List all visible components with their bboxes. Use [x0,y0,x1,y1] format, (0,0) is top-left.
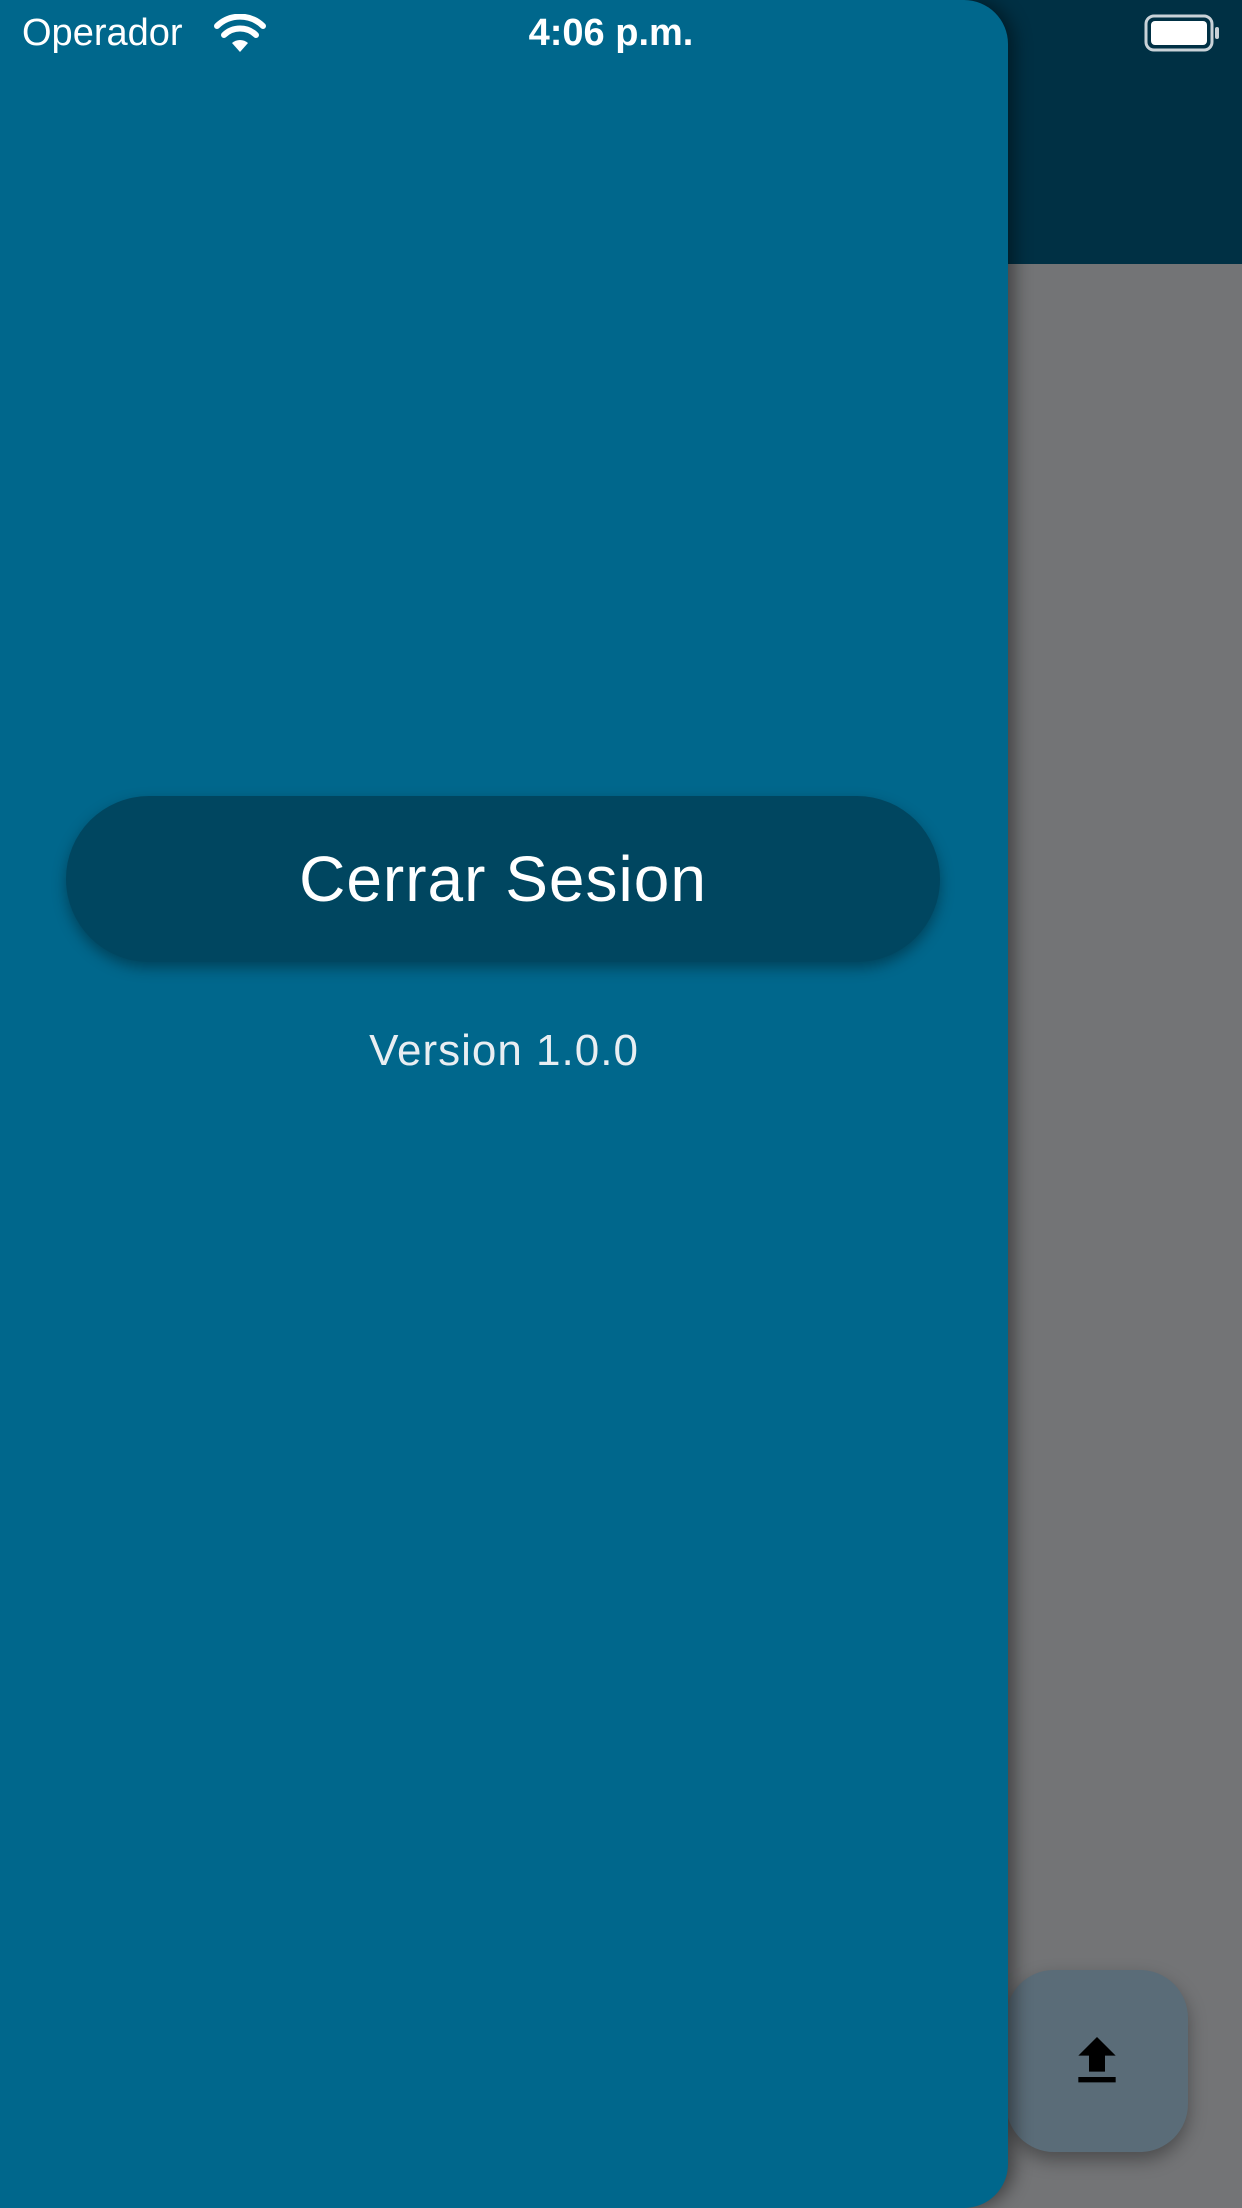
upload-fab-button[interactable] [1006,1970,1188,2152]
status-bar: Operador 4:06 p.m. [0,0,1242,66]
carrier-label: Operador [22,12,183,54]
logout-button[interactable]: Cerrar Sesion [66,796,940,962]
version-label: Version 1.0.0 [369,1026,639,1075]
navigation-drawer: Cerrar Sesion Version 1.0.0 [0,0,1008,2208]
battery-icon [1144,14,1219,52]
wifi-icon [214,14,266,52]
upload-icon [1078,2037,1116,2083]
clock: 4:06 p.m. [528,12,694,54]
